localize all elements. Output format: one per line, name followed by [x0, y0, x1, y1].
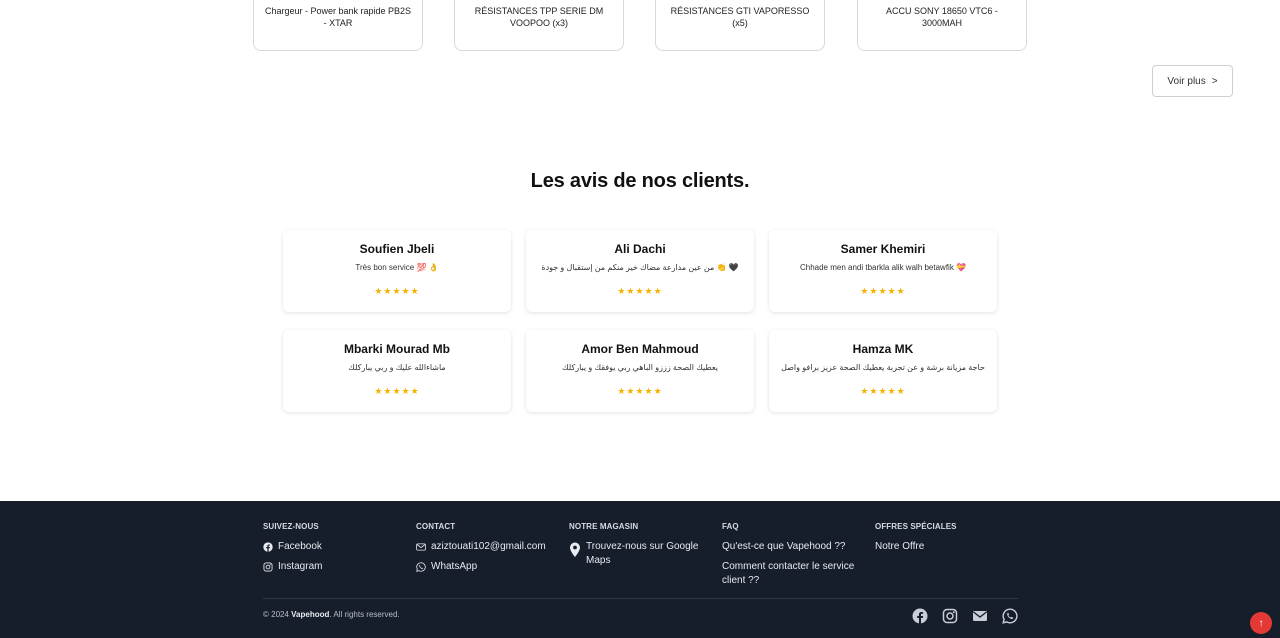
review-card: Soufien Jbeli Très bon service 💯 👌 ★★★★★ — [283, 230, 511, 312]
product-name: ACCU SONY 18650 VTC6 - 3000MAH — [886, 6, 998, 28]
footer-link-label: aziztouati102@gmail.com — [431, 541, 546, 552]
product-strip: Chargeur - Power bank rapide PB2S - XTAR… — [253, 0, 1028, 51]
review-card: Ali Dachi 🖤 👏 من عين مدارعة مضاك خير منك… — [526, 230, 754, 312]
product-name: Chargeur - Power bank rapide PB2S - XTAR — [264, 6, 412, 28]
footer-column-faq: FAQ Qu'est-ce que Vapehood ?? Comment co… — [722, 522, 862, 588]
see-more-button[interactable]: Voir plus > — [1152, 65, 1233, 97]
footer-heading: OFFRES SPÉCIALES — [875, 522, 957, 531]
footer-heading: FAQ — [722, 522, 739, 531]
instagram-icon — [263, 562, 273, 572]
brand-name: Vapehood — [291, 610, 330, 619]
site-footer: SUIVEZ-NOUS Facebook Instagram CONTACT a… — [0, 501, 1280, 638]
review-card: Amor Ben Mahmoud يعطيك الصحة زززو الباهي… — [526, 330, 754, 412]
mail-icon[interactable] — [972, 608, 988, 624]
copyright-suffix: . All rights reserved. — [329, 610, 400, 619]
footer-column-follow: SUIVEZ-NOUS Facebook Instagram — [263, 522, 403, 574]
whatsapp-icon[interactable] — [1002, 608, 1018, 624]
review-text: Chhade men andi tbarkla alik walh betawf… — [799, 263, 967, 272]
facebook-icon — [263, 542, 273, 552]
whatsapp-icon — [416, 562, 426, 572]
footer-column-contact: CONTACT aziztouati102@gmail.com WhatsApp — [416, 522, 556, 574]
reviews-grid: Soufien Jbeli Très bon service 💯 👌 ★★★★★… — [283, 230, 997, 415]
footer-link-label: Facebook — [278, 541, 322, 552]
review-text: ماشاءالله عليك و ربي يباركلك — [348, 363, 446, 372]
product-card[interactable]: RÉSISTANCES GTI VAPORESSO (x5) — [655, 0, 825, 51]
scroll-to-top-button[interactable]: ↑ — [1250, 612, 1272, 634]
footer-link-label: Trouvez-nous sur Google Maps — [586, 541, 699, 566]
star-rating: ★★★★★ — [374, 386, 420, 396]
star-rating: ★★★★★ — [374, 286, 420, 296]
review-text: يعطيك الصحة زززو الباهي ربي يوفقك و يبار… — [562, 363, 718, 372]
footer-heading: NOTRE MAGASIN — [569, 522, 639, 531]
review-text: حاجة مزيانة برشة و عن تجربة يعطيك الصحة … — [781, 363, 985, 372]
product-name: RÉSISTANCES TPP SERIE DM VOOPOO (x3) — [474, 6, 604, 28]
facebook-icon[interactable] — [912, 608, 928, 624]
review-card: Hamza MK حاجة مزيانة برشة و عن تجربة يعط… — [769, 330, 997, 412]
product-card[interactable]: RÉSISTANCES TPP SERIE DM VOOPOO (x3) — [454, 0, 624, 51]
chevron-right-icon: > — [1211, 75, 1218, 87]
see-more-label: Voir plus — [1167, 75, 1206, 87]
star-rating: ★★★★★ — [617, 286, 663, 296]
reviewer-name: Soufien Jbeli — [359, 242, 435, 256]
star-rating: ★★★★★ — [617, 386, 663, 396]
footer-link-label: Instagram — [278, 561, 323, 572]
product-name: RÉSISTANCES GTI VAPORESSO (x5) — [670, 6, 810, 28]
reviewer-name: Samer Khemiri — [840, 242, 926, 256]
review-card: Samer Khemiri Chhade men andi tbarkla al… — [769, 230, 997, 312]
product-card[interactable]: ACCU SONY 18650 VTC6 - 3000MAH — [857, 0, 1027, 51]
map-pin-icon — [570, 542, 580, 557]
reviewer-name: Amor Ben Mahmoud — [581, 342, 699, 356]
reviews-title: Les avis de nos clients. — [530, 170, 750, 192]
review-card: Mbarki Mourad Mb ماشاءالله عليك و ربي يب… — [283, 330, 511, 412]
footer-heading: SUIVEZ-NOUS — [263, 522, 319, 531]
offer-link[interactable]: Notre Offre — [875, 540, 1015, 554]
faq-link[interactable]: Comment contacter le service client ?? — [722, 560, 862, 588]
footer-heading: CONTACT — [416, 522, 456, 531]
reviewer-name: Mbarki Mourad Mb — [343, 342, 450, 356]
faq-link[interactable]: Qu'est-ce que Vapehood ?? — [722, 540, 862, 554]
reviewer-name: Ali Dachi — [614, 242, 666, 256]
copyright-year: © 2024 — [263, 610, 289, 619]
review-text: 🖤 👏 من عين مدارعة مضاك خير منكم من إستقب… — [541, 263, 739, 272]
social-links — [912, 608, 1018, 624]
footer-link-label: WhatsApp — [431, 561, 478, 572]
instagram-icon[interactable] — [942, 608, 958, 624]
google-maps-link[interactable]: Trouvez-nous sur Google Maps — [569, 540, 709, 568]
facebook-link[interactable]: Facebook — [263, 540, 403, 554]
review-text: Très bon service 💯 👌 — [355, 263, 439, 272]
footer-column-offers: OFFRES SPÉCIALES Notre Offre — [875, 522, 1015, 554]
instagram-link[interactable]: Instagram — [263, 560, 403, 574]
star-rating: ★★★★★ — [860, 286, 906, 296]
mail-icon — [416, 543, 426, 551]
email-link[interactable]: aziztouati102@gmail.com — [416, 540, 556, 554]
reviewer-name: Hamza MK — [852, 342, 914, 356]
star-rating: ★★★★★ — [860, 386, 906, 396]
arrow-up-icon: ↑ — [1258, 617, 1264, 629]
copyright: © 2024 Vapehood. All rights reserved. — [263, 610, 400, 619]
footer-column-store: NOTRE MAGASIN Trouvez-nous sur Google Ma… — [569, 522, 709, 568]
whatsapp-link[interactable]: WhatsApp — [416, 560, 556, 574]
footer-divider — [263, 598, 1018, 599]
footer-columns: SUIVEZ-NOUS Facebook Instagram CONTACT a… — [263, 522, 1018, 592]
product-card[interactable]: Chargeur - Power bank rapide PB2S - XTAR — [253, 0, 423, 51]
